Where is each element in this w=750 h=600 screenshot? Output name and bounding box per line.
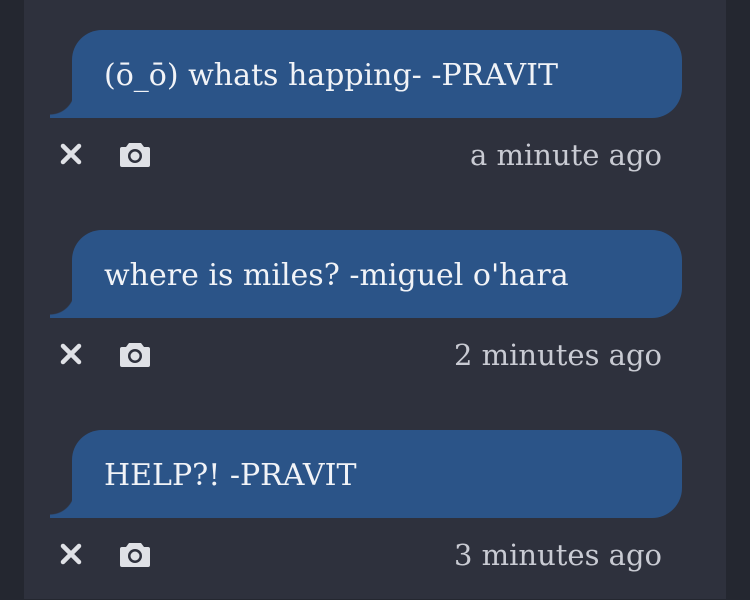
message-timestamp: a minute ago	[470, 138, 662, 172]
close-icon	[60, 143, 82, 165]
message-timestamp: 3 minutes ago	[453, 538, 662, 572]
message-bubble: HELP?! -PRAVIT	[50, 430, 682, 518]
snapshot-button[interactable]	[115, 534, 155, 574]
close-icon	[60, 343, 82, 365]
snapshot-button[interactable]	[115, 334, 155, 374]
delete-button[interactable]	[51, 134, 91, 174]
camera-icon	[120, 343, 150, 367]
message-text: (ō_ō) whats happing- -PRAVIT	[104, 58, 558, 93]
delete-button[interactable]	[51, 334, 91, 374]
message-item: (ō_ō) whats happing- -PRAVIT a minute ag…	[24, 0, 726, 200]
message-bubble: where is miles? -miguel o'hara	[50, 230, 682, 318]
camera-icon	[120, 143, 150, 167]
message-list: (ō_ō) whats happing- -PRAVIT a minute ag…	[24, 0, 726, 599]
message-bubble: (ō_ō) whats happing- -PRAVIT	[50, 30, 682, 118]
message-text: where is miles? -miguel o'hara	[104, 258, 569, 293]
delete-button[interactable]	[51, 534, 91, 574]
message-timestamp: 2 minutes ago	[453, 338, 662, 372]
snapshot-button[interactable]	[115, 134, 155, 174]
message-item: HELP?! -PRAVIT 3 minutes ago	[24, 400, 726, 600]
close-icon	[60, 543, 82, 565]
message-text: HELP?! -PRAVIT	[104, 458, 357, 493]
message-item: where is miles? -miguel o'hara 2 minutes…	[24, 200, 726, 400]
camera-icon	[120, 543, 150, 567]
